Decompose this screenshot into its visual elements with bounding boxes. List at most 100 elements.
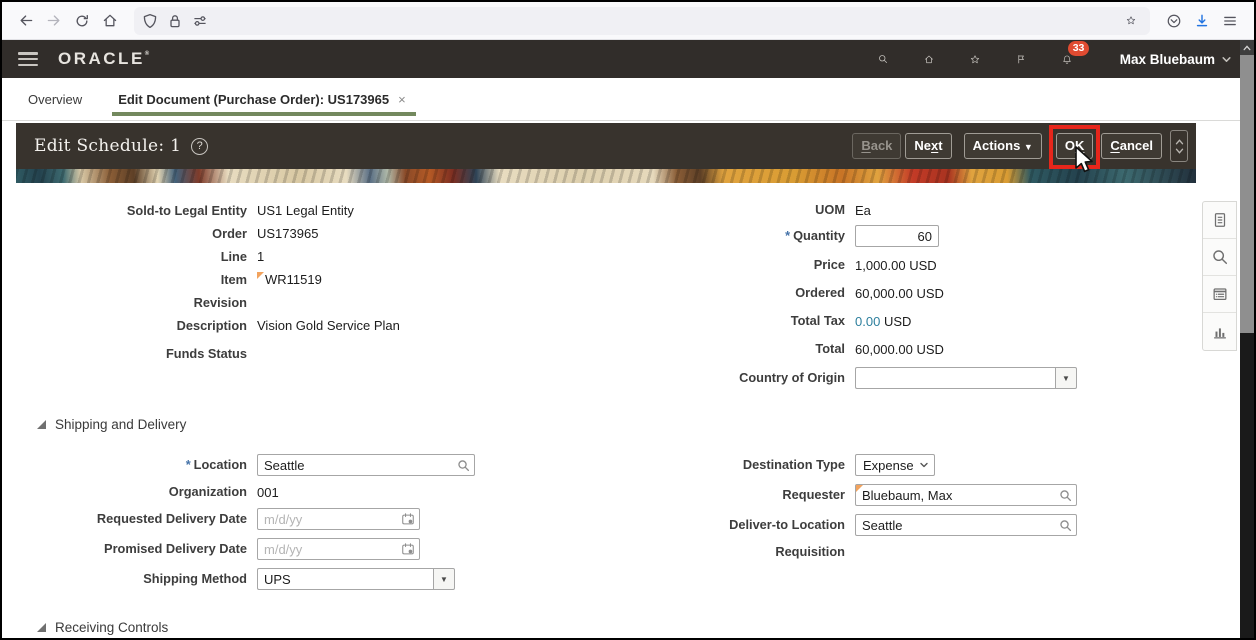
deliver-to-search-icon[interactable] — [1059, 519, 1072, 532]
calendar-icon[interactable] — [401, 512, 415, 526]
user-menu[interactable]: Max Bluebaum — [1114, 51, 1238, 68]
browser-home-button[interactable] — [96, 7, 124, 35]
field-deliver-to-location: Deliver-to Location — [588, 510, 1254, 540]
section-title: Shipping and Delivery — [55, 417, 187, 432]
field-revision: Revision — [193, 294, 247, 310]
browser-reload-button[interactable] — [68, 7, 96, 35]
search-icon[interactable] — [872, 48, 894, 70]
chart-pane-icon[interactable] — [1203, 313, 1236, 350]
shield-icon[interactable] — [142, 13, 158, 29]
oracle-logo: ORACLE ® — [58, 49, 149, 69]
page-scrollbar[interactable] — [1240, 40, 1254, 638]
browser-toolbar — [2, 2, 1254, 40]
browser-back-button[interactable] — [12, 7, 40, 35]
field-line: Line 1 — [220, 248, 265, 265]
lock-icon[interactable] — [167, 13, 183, 29]
watchlist-flag-icon[interactable] — [1010, 48, 1032, 70]
search-pane-icon[interactable] — [1203, 239, 1236, 276]
field-total: Total 60,000.00 USD — [815, 341, 944, 357]
scrollbar-thumb[interactable] — [1240, 55, 1254, 333]
deliver-to-location-input[interactable] — [855, 514, 1077, 536]
cancel-button[interactable]: Cancel — [1101, 132, 1162, 160]
screenshot-frame: ORACLE ® 33 Max Bluebaum Overview Edit D… — [0, 0, 1256, 640]
shipping-fields: *Location Organization001 Requested Deli… — [2, 446, 1254, 594]
home-icon[interactable] — [918, 48, 940, 70]
brand-text: ORACLE — [58, 49, 145, 68]
country-of-origin-input[interactable] — [855, 367, 1055, 389]
document-pane-icon[interactable] — [1203, 202, 1236, 239]
field-ordered: Ordered 60,000.00 USD — [795, 285, 944, 301]
field-requester: Requester — [588, 480, 1254, 510]
field-promised-delivery-date: Promised Delivery Date — [2, 534, 588, 564]
user-name: Max Bluebaum — [1119, 51, 1215, 67]
required-marker: * — [185, 457, 191, 472]
notifications-bell-icon[interactable]: 33 — [1056, 41, 1090, 70]
location-input[interactable] — [257, 454, 475, 476]
field-sold-to-legal-entity: Sold-to Legal Entity US1 Legal Entity — [126, 202, 354, 219]
list-pane-icon[interactable] — [1203, 276, 1236, 313]
notification-badge: 33 — [1067, 41, 1090, 56]
calendar-icon[interactable] — [401, 542, 415, 556]
field-requisition: Requisition — [775, 544, 845, 559]
scrollbar-up-arrow[interactable] — [1240, 40, 1254, 55]
section-receiving-controls: Receiving Controls — [2, 620, 1254, 635]
scroll-spinner[interactable] — [1170, 130, 1188, 162]
main-content: Edit Schedule: 1 ? Back Next Actions ▼ O… — [2, 121, 1254, 638]
requester-input[interactable] — [855, 484, 1077, 506]
info-corner-marker — [856, 485, 863, 492]
pocket-icon[interactable] — [1160, 7, 1188, 35]
field-country-of-origin: Country of Origin ▼ — [588, 363, 1254, 393]
shipping-method-input[interactable] — [257, 568, 433, 590]
field-shipping-method: Shipping Method ▼ — [2, 564, 588, 594]
browser-forward-button[interactable] — [40, 7, 68, 35]
ok-button[interactable]: OK — [1055, 132, 1094, 160]
field-location: * Location — [2, 450, 588, 480]
info-corner-marker — [257, 272, 264, 279]
field-destination-type: Destination Type Expense — [588, 450, 1254, 480]
favorites-star-icon[interactable] — [964, 48, 986, 70]
section-collapse-icon[interactable] — [37, 623, 46, 632]
permissions-icon[interactable] — [192, 13, 208, 29]
field-organization: Organization 001 — [168, 484, 279, 500]
edit-schedule-toolbar: Edit Schedule: 1 ? Back Next Actions ▼ O… — [16, 123, 1196, 173]
back-button[interactable]: Back — [852, 132, 902, 160]
chevron-up-icon — [1175, 138, 1183, 144]
section-title: Receiving Controls — [55, 620, 169, 635]
requested-delivery-date-input[interactable] — [257, 508, 420, 530]
field-item: Item WR11519 — [220, 271, 322, 288]
download-icon[interactable] — [1188, 7, 1216, 35]
field-quantity: * Quantity — [588, 221, 1254, 251]
user-menu-chevron-icon — [1222, 56, 1231, 62]
bookmark-star-icon[interactable] — [1120, 10, 1142, 32]
shipping-method-dropdown-button[interactable]: ▼ — [433, 568, 455, 590]
required-marker: * — [785, 228, 791, 243]
tab-overview[interactable]: Overview — [22, 91, 88, 108]
section-collapse-icon[interactable] — [37, 420, 46, 429]
schedule-summary: Sold-to Legal Entity US1 Legal Entity Ord… — [2, 183, 1254, 393]
nav-menu-icon[interactable] — [18, 52, 38, 66]
promised-delivery-date-input[interactable] — [257, 538, 420, 560]
tab-close-icon[interactable]: × — [396, 92, 408, 107]
chevron-up-icon — [1243, 44, 1251, 50]
requester-search-icon[interactable] — [1059, 489, 1072, 502]
field-requested-delivery-date: Requested Delivery Date — [2, 504, 588, 534]
caret-down-icon: ▼ — [1023, 141, 1033, 152]
redwood-decorative-banner — [16, 169, 1196, 183]
page-title: Edit Schedule: 1 — [34, 136, 182, 156]
brand-mark: ® — [144, 51, 150, 57]
browser-menu-icon[interactable] — [1216, 7, 1244, 35]
location-search-icon[interactable] — [457, 459, 470, 472]
contextual-side-panel — [1202, 201, 1237, 351]
field-uom: UOM Ea — [815, 202, 871, 218]
field-funds-status: Funds Status — [165, 345, 247, 361]
quantity-input[interactable] — [855, 225, 939, 247]
next-button[interactable]: Next — [905, 132, 952, 160]
actions-menu-button[interactable]: Actions ▼ — [963, 132, 1042, 160]
destination-type-select[interactable]: Expense — [855, 454, 935, 476]
total-tax-link[interactable]: 0.00 — [855, 314, 880, 329]
help-icon[interactable]: ? — [191, 137, 209, 155]
url-bar[interactable] — [134, 6, 1150, 35]
tab-edit-document-label: Edit Document (Purchase Order): US173965 — [118, 91, 390, 107]
country-of-origin-dropdown-button[interactable]: ▼ — [1055, 367, 1077, 389]
tab-edit-document[interactable]: Edit Document (Purchase Order): US173965… — [112, 78, 416, 120]
